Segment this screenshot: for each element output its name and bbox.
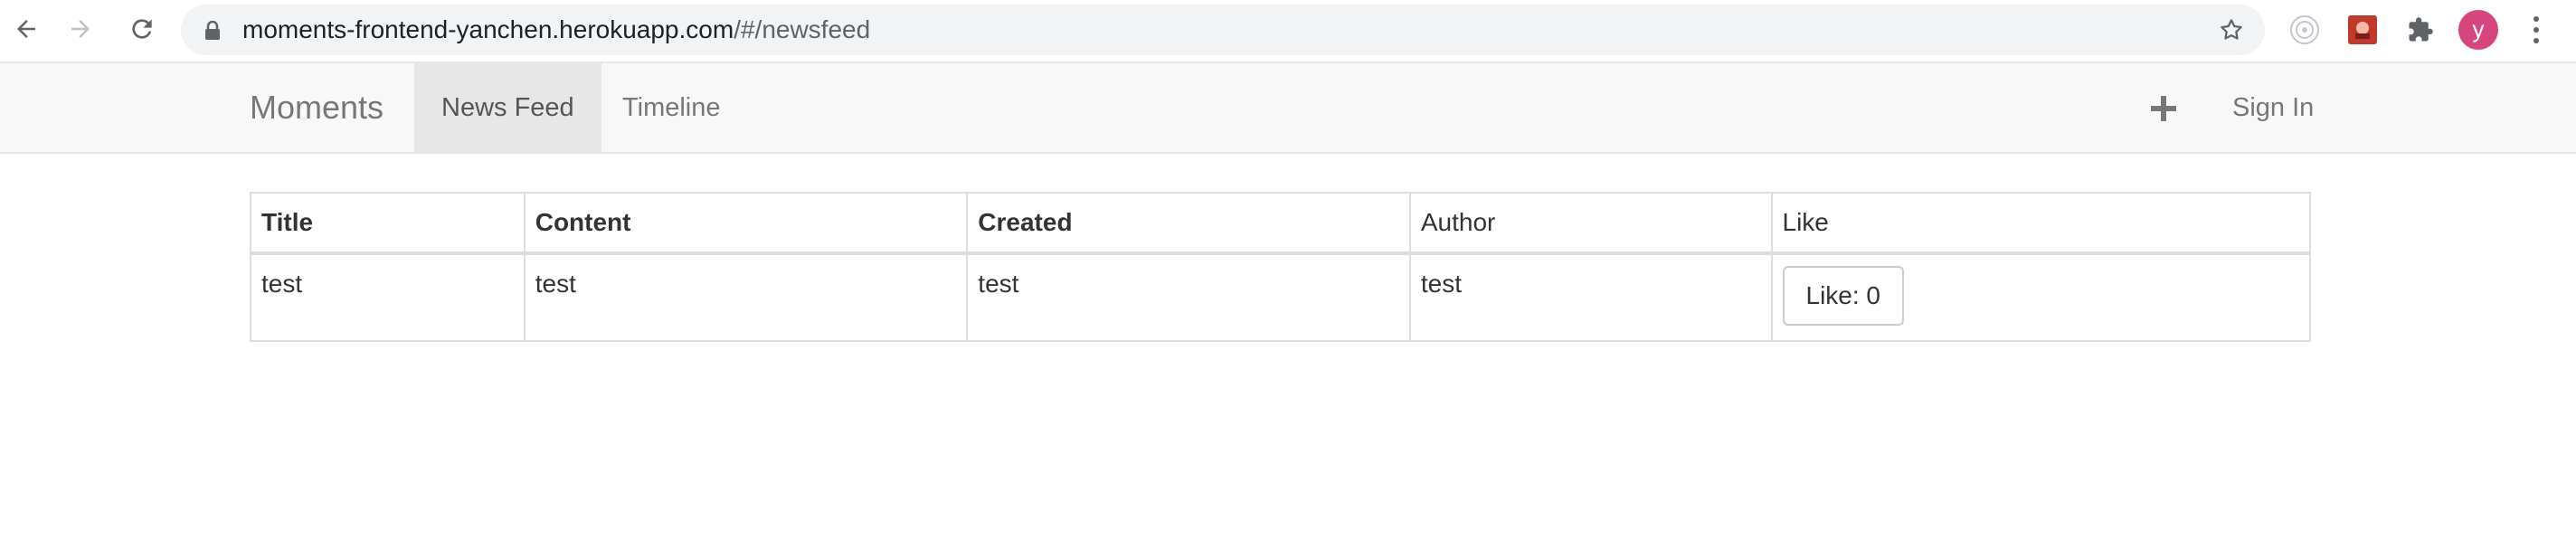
cell-title: test: [250, 252, 526, 342]
column-header-title: Title: [250, 192, 526, 255]
star-icon[interactable]: [2218, 16, 2245, 43]
target-extension-icon[interactable]: [2287, 12, 2323, 48]
newsfeed-table: Title Content Created Author Like test t…: [250, 192, 2311, 342]
cell-created: test: [966, 252, 1411, 342]
profile-avatar[interactable]: y: [2458, 10, 2498, 50]
like-button[interactable]: Like: 0: [1782, 266, 1904, 326]
lock-icon: [205, 21, 220, 40]
url-text: moments-frontend-yanchen.herokuapp.com/#…: [242, 5, 870, 55]
cell-like: Like: 0: [1770, 252, 2311, 342]
brand-link[interactable]: Moments: [250, 63, 384, 152]
column-header-like: Like: [1770, 192, 2311, 255]
arrow-left-icon: [17, 20, 35, 38]
column-header-created: Created: [966, 192, 1411, 255]
sign-in-link[interactable]: Sign In: [2232, 63, 2314, 152]
url-path: /#/newsfeed: [734, 15, 871, 43]
app-navbar: Moments News Feed Timeline Sign In: [0, 62, 2576, 154]
tab-timeline[interactable]: Timeline: [595, 63, 748, 152]
more-vert-icon[interactable]: [2525, 14, 2547, 46]
table-header-row: Title Content Created Author Like: [250, 192, 2311, 255]
plus-icon[interactable]: [2151, 96, 2176, 121]
red-extension-icon[interactable]: [2344, 12, 2381, 48]
column-header-author: Author: [1408, 192, 1773, 255]
cell-content: test: [523, 252, 969, 342]
arrow-right-icon: [71, 20, 90, 38]
tab-news-feed[interactable]: News Feed: [414, 63, 601, 152]
puzzle-icon[interactable]: [2402, 12, 2439, 48]
back-button[interactable]: [5, 8, 47, 50]
url-host: moments-frontend-yanchen.herokuapp.com: [242, 15, 734, 43]
reload-icon: [132, 19, 152, 39]
column-header-content: Content: [523, 192, 969, 255]
browser-toolbar: moments-frontend-yanchen.herokuapp.com/#…: [0, 0, 2576, 60]
forward-button[interactable]: [60, 8, 101, 50]
reload-button[interactable]: [121, 8, 163, 50]
address-bar[interactable]: moments-frontend-yanchen.herokuapp.com/#…: [181, 5, 2265, 55]
table-row: test test test test Like: 0: [250, 252, 2311, 342]
cell-author: test: [1408, 252, 1773, 342]
